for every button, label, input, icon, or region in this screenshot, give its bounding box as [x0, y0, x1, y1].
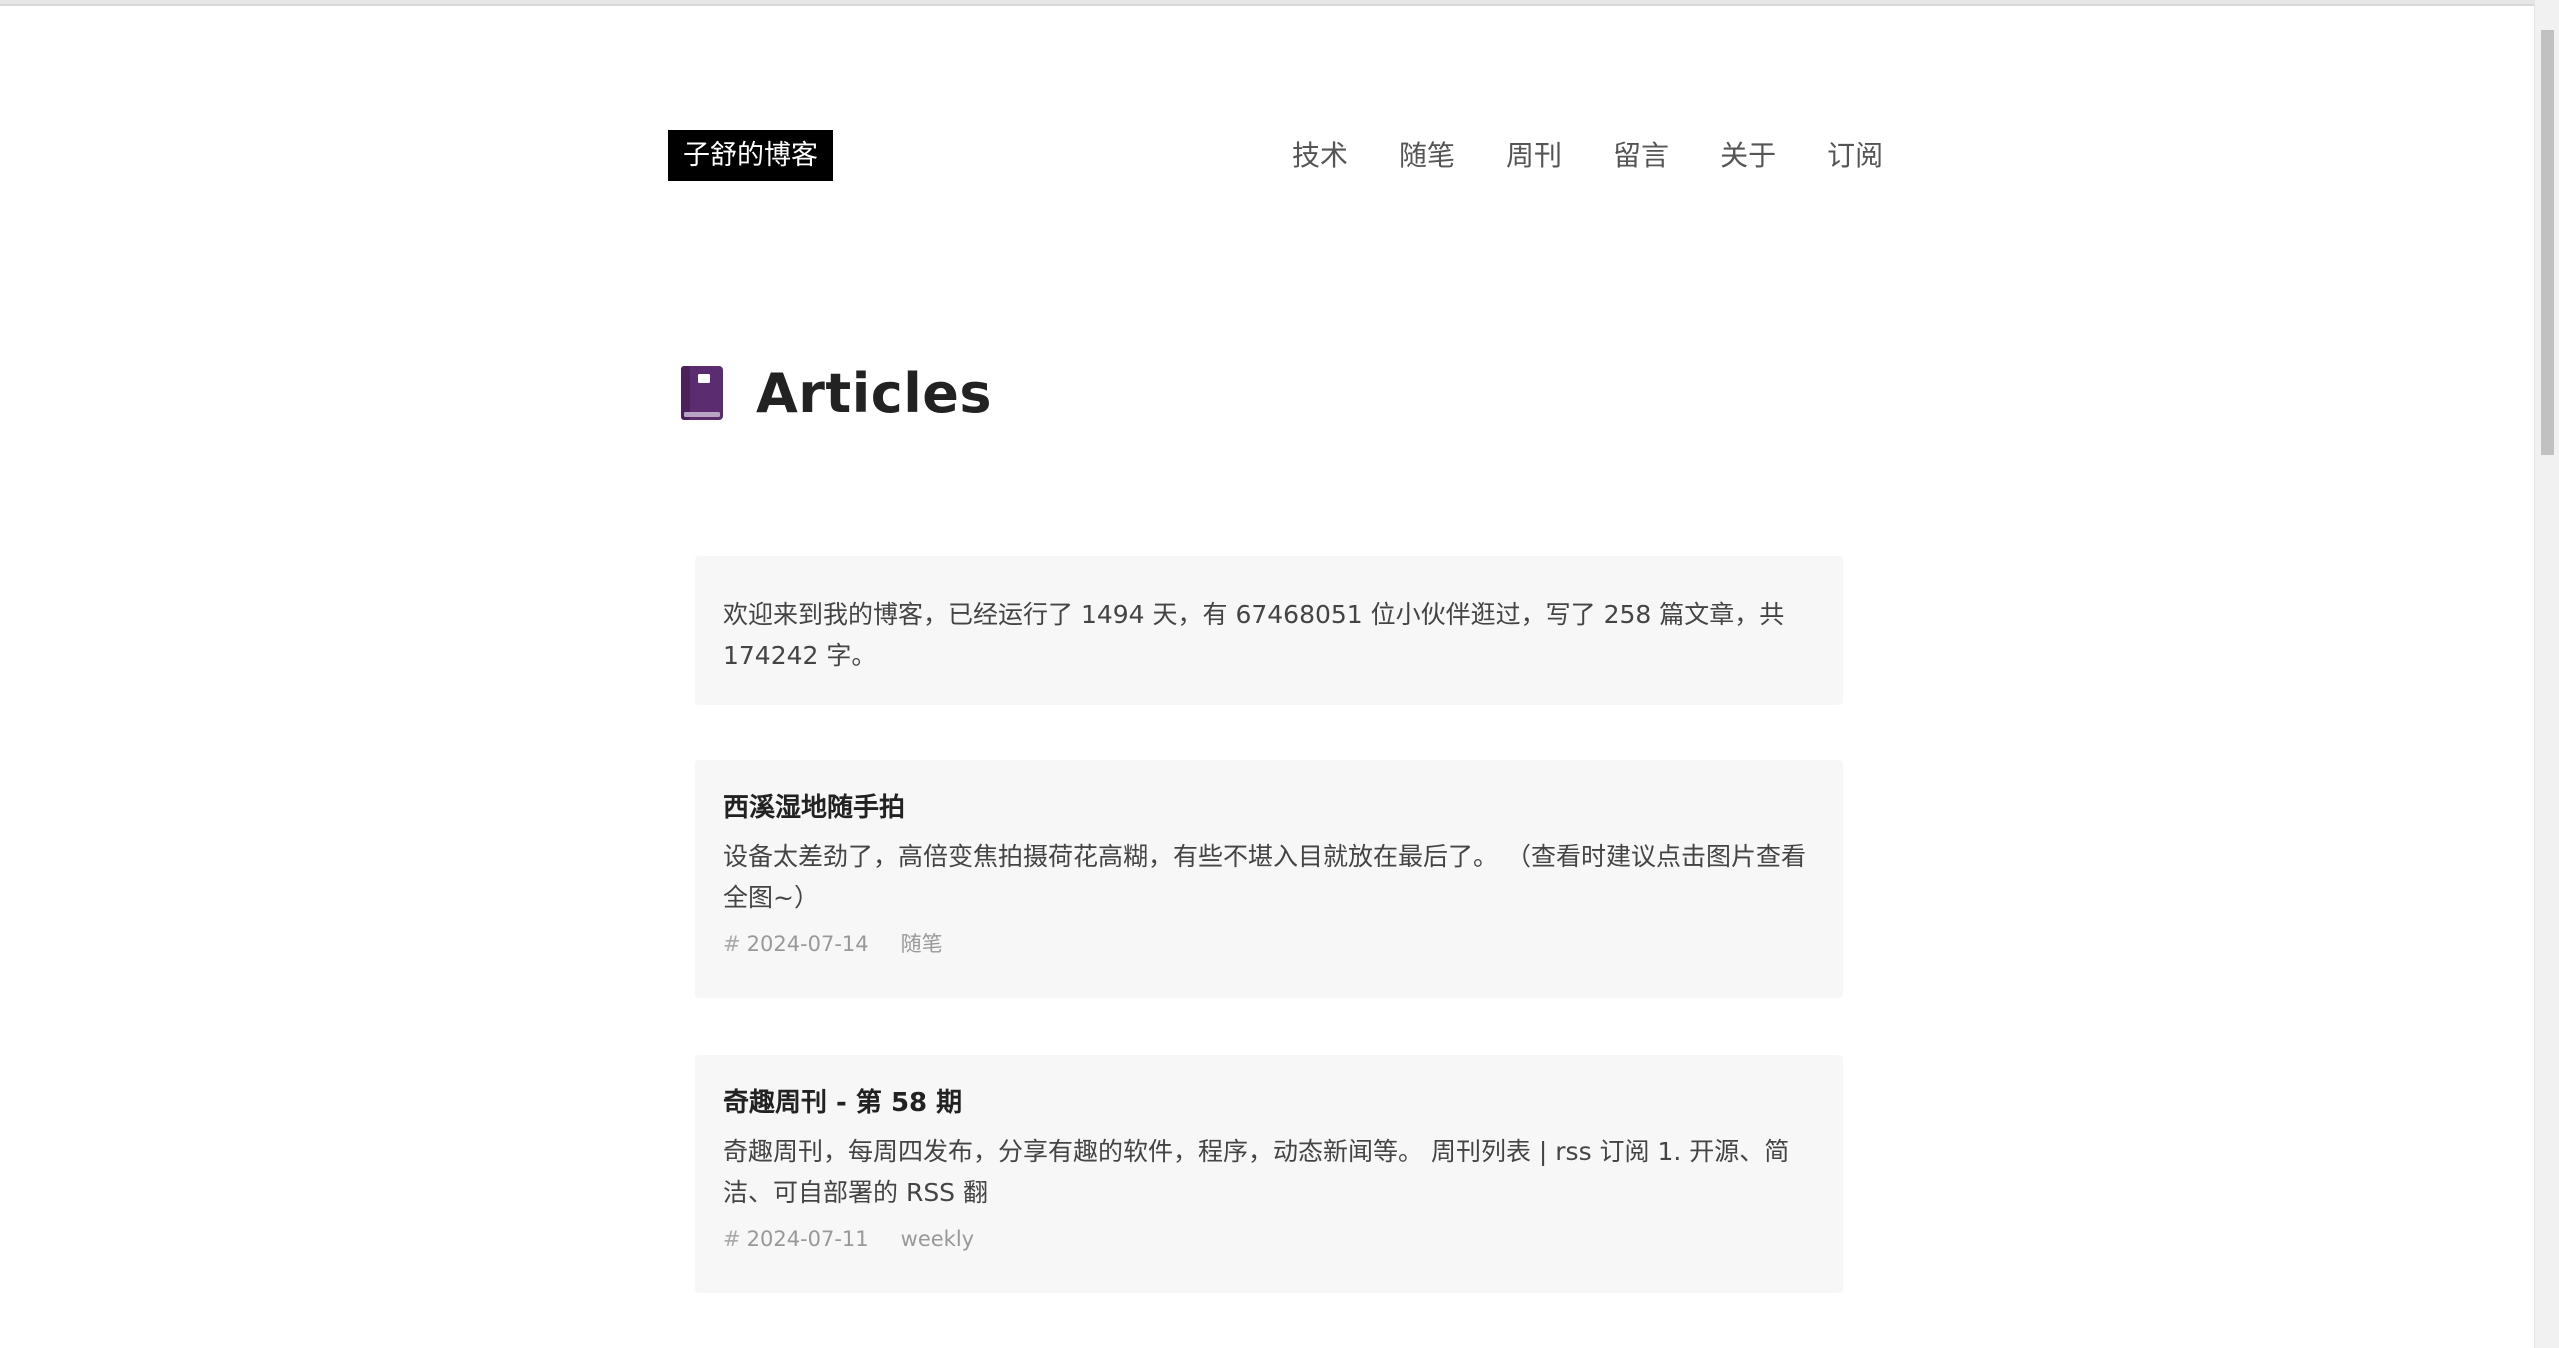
intro-text: 欢迎来到我的博客，已经运行了 1494 天，有 67468051 位小伙伴逛过，…: [723, 600, 1785, 670]
intro-card: 欢迎来到我的博客，已经运行了 1494 天，有 67468051 位小伙伴逛过，…: [695, 556, 1843, 705]
post-date: 2024-07-14: [746, 932, 869, 956]
post-category[interactable]: 随笔: [901, 928, 943, 960]
hash-icon: #: [723, 932, 741, 956]
scrollbar-thumb[interactable]: [2541, 30, 2554, 455]
nav-item-subscribe[interactable]: 订阅: [1827, 136, 1883, 176]
vertical-scrollbar[interactable]: [2534, 0, 2559, 1348]
post-date: 2024-07-11: [746, 1227, 869, 1251]
post-title[interactable]: 奇趣周刊 - 第 58 期: [723, 1083, 1815, 1123]
book-icon: [681, 366, 723, 420]
post-summary: 设备太差劲了，高倍变焦拍摄荷花高糊，有些不堪入目就放在最后了。 （查看时建议点击…: [723, 842, 1806, 912]
nav-item-guestbook[interactable]: 留言: [1613, 136, 1669, 176]
site-logo[interactable]: 子舒的博客: [668, 130, 833, 181]
browser-viewport: 子舒的博客 技术 随笔 周刊 留言 关于 订阅 Articles 欢迎来到我的博…: [0, 0, 2559, 1348]
main-nav: 技术 随笔 周刊 留言 关于 订阅: [1292, 136, 1883, 176]
nav-item-about[interactable]: 关于: [1720, 136, 1776, 176]
post-meta: # 2024-07-14 随笔: [723, 928, 1815, 960]
post-category[interactable]: weekly: [901, 1223, 974, 1255]
post-card: 西溪湿地随手拍 设备太差劲了，高倍变焦拍摄荷花高糊，有些不堪入目就放在最后了。 …: [695, 760, 1843, 998]
post-summary: 奇趣周刊，每周四发布，分享有趣的软件，程序，动态新闻等。 周刊列表 | rss …: [723, 1137, 1790, 1207]
page-title: Articles: [756, 361, 993, 425]
top-border: [0, 0, 2534, 6]
nav-item-weekly[interactable]: 周刊: [1506, 136, 1562, 176]
post-meta: # 2024-07-11 weekly: [723, 1223, 1815, 1255]
post-card: 奇趣周刊 - 第 58 期 奇趣周刊，每周四发布，分享有趣的软件，程序，动态新闻…: [695, 1055, 1843, 1293]
nav-item-tech[interactable]: 技术: [1292, 136, 1348, 176]
page-title-row: Articles: [681, 358, 992, 428]
nav-item-essays[interactable]: 随笔: [1399, 136, 1455, 176]
hash-icon: #: [723, 1227, 741, 1251]
post-title[interactable]: 西溪湿地随手拍: [723, 788, 1815, 828]
